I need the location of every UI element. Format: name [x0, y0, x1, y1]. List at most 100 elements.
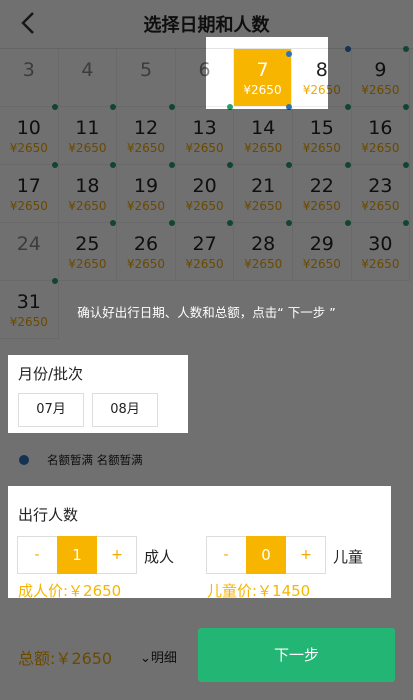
calendar-day-number: 3	[22, 59, 35, 81]
total-amount: 总额:￥2650	[18, 649, 113, 668]
calendar-day-number: 7	[256, 59, 269, 81]
calendar-day-number: 25	[75, 233, 100, 255]
adult-unit: 成人	[144, 548, 175, 566]
calendar-day-number: 15	[309, 117, 334, 139]
child-stepper: - 0 +	[206, 536, 326, 574]
calendar-marker-dot	[344, 104, 351, 110]
calendar-marker-dot	[168, 162, 175, 168]
calendar-day-price: ¥2650	[244, 199, 283, 213]
child-count[interactable]: 0	[246, 536, 286, 574]
calendar-day-26[interactable]: 26 ¥2650	[117, 223, 176, 281]
calendar-day-price: ¥2650	[243, 83, 282, 97]
calendar-day-19[interactable]: 19 ¥2650	[117, 165, 176, 223]
calendar-day-price: ¥2650	[302, 199, 341, 213]
calendar-day-number: 14	[251, 117, 276, 139]
calendar-day-price: ¥2650	[244, 257, 283, 271]
calendar-day-number: 28	[251, 233, 276, 255]
calendar-marker-dot	[286, 104, 292, 110]
calendar-day-21[interactable]: 21 ¥2650	[234, 165, 293, 223]
child-plus-button[interactable]: +	[287, 537, 325, 573]
calendar-day-number: 10	[16, 117, 41, 139]
calendar-day-15[interactable]: 15 ¥2650	[293, 107, 352, 165]
next-button[interactable]: 下一步	[198, 628, 395, 682]
calendar-day-24: 24	[0, 223, 59, 281]
calendar-day-22[interactable]: 22 ¥2650	[293, 165, 352, 223]
calendar-day-price: ¥2650	[361, 141, 400, 155]
calendar-marker-dot	[51, 162, 58, 168]
calendar-marker-dot	[168, 104, 175, 110]
calendar-day-number: 29	[309, 233, 334, 255]
calendar-day-number: 24	[16, 233, 41, 255]
calendar-marker-dot	[51, 278, 58, 284]
calendar-day-number: 6	[198, 59, 211, 81]
calendar-day-number: 30	[368, 233, 393, 255]
calendar-day-18[interactable]: 18 ¥2650	[58, 165, 118, 223]
guide-hint-text: 确认好出行日期、人数和总额，点击“ 下一步 ”	[77, 305, 336, 320]
calendar-day-13[interactable]: 13 ¥2650	[175, 107, 235, 165]
page-title: 选择日期和人数	[143, 15, 270, 36]
calendar-day-price: ¥2650	[361, 257, 400, 271]
calendar-day-11[interactable]: 11 ¥2650	[58, 107, 118, 165]
calendar-day-number: 21	[251, 175, 276, 197]
adult-price: 成人价:￥2650	[18, 582, 122, 600]
calendar-marker-dot	[286, 162, 292, 168]
calendar-day-27[interactable]: 27 ¥2650	[175, 223, 235, 281]
adult-plus-button[interactable]: +	[98, 537, 136, 573]
calendar-day-price: ¥2650	[9, 199, 48, 213]
child-price: 儿童价:￥1450	[207, 582, 311, 600]
calendar-day-price: ¥2650	[9, 141, 48, 155]
calendar-day-number: 4	[81, 59, 94, 81]
calendar-day-price: ¥2650	[361, 199, 400, 213]
calendar-day-23[interactable]: 23 ¥2650	[351, 165, 411, 223]
calendar-day-14[interactable]: 14 ¥2650	[234, 107, 293, 165]
calendar-day-price: ¥2650	[126, 141, 166, 155]
calendar-day-30[interactable]: 30 ¥2650	[351, 223, 411, 281]
calendar-day-6: 6	[175, 49, 235, 107]
calendar-day-12[interactable]: 12 ¥2650	[117, 107, 176, 165]
header: 选择日期和人数	[0, 0, 413, 49]
calendar-day-price: ¥2650	[68, 141, 107, 155]
calendar-day-number: 11	[75, 117, 100, 139]
calendar-day-number: 17	[16, 175, 41, 197]
calendar-day-10[interactable]: 10 ¥2650	[0, 107, 59, 165]
calendar-day-20[interactable]: 20 ¥2650	[175, 165, 235, 223]
adult-stepper: - 1 +	[17, 536, 137, 574]
footer-bar: 总额:￥2650 ⌄明细 下一步	[0, 628, 413, 700]
calendar-marker-dot	[168, 220, 175, 226]
calendar-day-price: ¥2650	[185, 199, 224, 213]
month-option-08[interactable]: 08月	[92, 393, 158, 427]
calendar-day-number: 16	[368, 117, 393, 139]
calendar-day-price: ¥2650	[126, 199, 166, 213]
month-option-07[interactable]: 07月	[18, 393, 84, 427]
calendar-day-17[interactable]: 17 ¥2650	[0, 165, 59, 223]
calendar-day-29[interactable]: 29 ¥2650	[293, 223, 352, 281]
calendar-day-price: ¥2650	[302, 141, 341, 155]
calendar-day-7[interactable]: 7 ¥2650	[234, 49, 292, 107]
calendar-day-number: 18	[75, 175, 100, 197]
detail-toggle[interactable]: ⌄明细	[140, 647, 177, 666]
calendar-marker-dot	[286, 220, 292, 226]
calendar-day-16[interactable]: 16 ¥2650	[351, 107, 411, 165]
calendar-day-number: 20	[192, 175, 217, 197]
calendar-day-8[interactable]: 8 ¥2650	[293, 49, 352, 107]
calendar-day-3: 3	[0, 49, 59, 107]
adult-minus-button[interactable]: -	[18, 537, 56, 573]
calendar-day-4: 4	[58, 49, 118, 107]
calendar-day-price: ¥2650	[126, 257, 166, 271]
legend: 名额暂满 名额暂满	[0, 444, 413, 474]
calendar-day-28[interactable]: 28 ¥2650	[234, 223, 293, 281]
calendar-day-5: 5	[117, 49, 176, 107]
calendar-day-9[interactable]: 9 ¥2650	[351, 49, 411, 107]
calendar-day-price: ¥2650	[361, 83, 400, 97]
travelers-label: 出行人数	[18, 506, 79, 524]
calendar-day-price: ¥2650	[68, 257, 107, 271]
calendar-day-number: 9	[374, 59, 387, 81]
calendar-day-number: 22	[309, 175, 334, 197]
calendar-day-number: 23	[368, 175, 393, 197]
calendar-day-25[interactable]: 25 ¥2650	[58, 223, 118, 281]
calendar-marker-dot	[286, 51, 292, 57]
adult-count[interactable]: 1	[57, 536, 97, 574]
child-unit: 儿童	[333, 548, 364, 566]
child-minus-button[interactable]: -	[207, 537, 245, 573]
calendar-day-number: 12	[133, 117, 159, 139]
